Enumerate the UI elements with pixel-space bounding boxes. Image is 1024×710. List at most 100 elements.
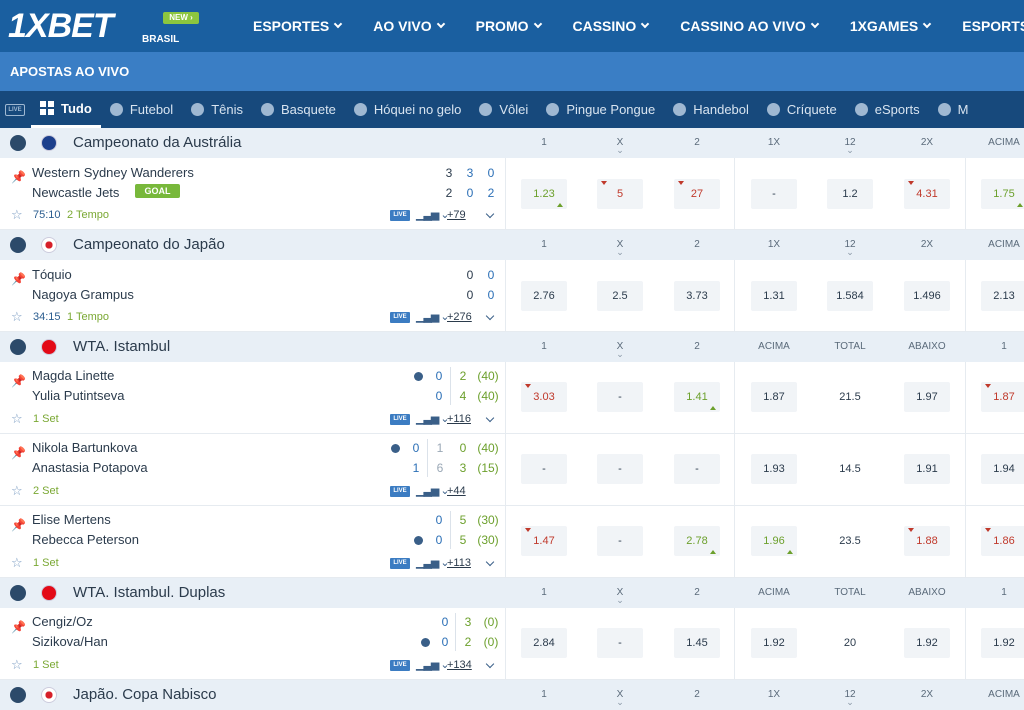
live-stream-icon[interactable]: LIVE xyxy=(390,414,410,425)
stats-icon[interactable]: ▁▃▅ ⌄ xyxy=(416,484,450,497)
odd-button[interactable]: - xyxy=(674,454,720,484)
col-head[interactable]: X xyxy=(590,689,650,704)
team2-name[interactable]: Rebecca Peterson xyxy=(32,532,139,547)
team2-name[interactable]: Yulia Putintseva xyxy=(32,388,125,403)
chevron-down-icon[interactable] xyxy=(485,311,495,321)
odd-button[interactable]: 2.84 xyxy=(521,628,567,658)
league-header[interactable]: WTA. Istambul 1 X 2 ACIMA TOTAL ABAIXO 1 xyxy=(0,332,1024,362)
star-icon[interactable]: ☆ xyxy=(11,657,23,673)
nav-1xgames[interactable]: 1XGAMES xyxy=(850,18,932,34)
team2-name[interactable]: Nagoya Grampus xyxy=(32,287,134,302)
team1-name[interactable]: Nikola Bartunkova xyxy=(32,440,138,455)
tab-esports[interactable]: eSports xyxy=(846,91,929,128)
odd-button[interactable]: 1.88 xyxy=(904,526,950,556)
col-head[interactable]: X xyxy=(590,137,650,152)
col-head[interactable]: X xyxy=(590,341,650,356)
odd-button[interactable]: 1.2 xyxy=(827,179,873,209)
odd-button[interactable]: - xyxy=(597,628,643,658)
odd-button[interactable]: - xyxy=(597,526,643,556)
more-markets-link[interactable]: +276 xyxy=(447,311,472,323)
tab-handebol[interactable]: Handebol xyxy=(664,91,758,128)
live-stream-icon[interactable]: LIVE xyxy=(390,312,410,323)
odd-button[interactable]: 1.92 xyxy=(751,628,797,658)
more-markets-link[interactable]: +44 xyxy=(447,485,466,497)
league-header[interactable]: Campeonato da Austrália 1 X 2 1X 12 2X A… xyxy=(0,128,1024,158)
odd-button[interactable]: - xyxy=(521,454,567,484)
odd-button[interactable]: 1.87 xyxy=(981,382,1024,412)
tab-pingue-pongue[interactable]: Pingue Pongue xyxy=(537,91,664,128)
odd-button[interactable]: 1.93 xyxy=(751,454,797,484)
tab-more[interactable]: M xyxy=(929,91,978,128)
odd-button[interactable]: 2.78 xyxy=(674,526,720,556)
stats-icon[interactable]: ▁▃▅ ⌄ xyxy=(416,208,450,221)
stats-icon[interactable]: ▁▃▅ ⌄ xyxy=(416,556,450,569)
odd-button[interactable]: 1.41 xyxy=(674,382,720,412)
odd-button[interactable]: 1.92 xyxy=(904,628,950,658)
live-stream-icon[interactable]: LIVE xyxy=(390,660,410,671)
league-header[interactable]: Japão. Copa Nabisco 1 X 2 1X 12 2X ACIMA xyxy=(0,680,1024,710)
chevron-down-icon[interactable] xyxy=(485,557,495,567)
col-head[interactable]: 12 xyxy=(820,137,880,152)
odd-button[interactable]: 4.31 xyxy=(904,179,950,209)
odd-button[interactable]: 1.91 xyxy=(904,454,950,484)
odd-button[interactable]: 2.13 xyxy=(981,281,1024,311)
more-markets-link[interactable]: +134 xyxy=(447,659,472,671)
nav-esports[interactable]: ESPORTS xyxy=(962,18,1024,34)
team2-name[interactable]: Anastasia Potapova xyxy=(32,460,148,475)
logo[interactable]: 1XBET xyxy=(8,8,114,44)
star-icon[interactable]: ☆ xyxy=(11,555,23,571)
odd-button[interactable]: 1.96 xyxy=(751,526,797,556)
star-icon[interactable]: ☆ xyxy=(11,309,23,325)
nav-ao-vivo[interactable]: AO VIVO xyxy=(373,18,445,34)
odd-button[interactable]: 1.97 xyxy=(904,382,950,412)
team2-name[interactable]: Newcastle Jets xyxy=(32,185,119,200)
odd-button[interactable]: - xyxy=(597,454,643,484)
odd-button[interactable]: 1.92 xyxy=(981,628,1024,658)
team1-name[interactable]: Western Sydney Wanderers xyxy=(32,165,194,180)
team2-name[interactable]: Sizikova/Han xyxy=(32,634,108,649)
star-icon[interactable]: ☆ xyxy=(11,207,23,223)
col-head[interactable]: 12 xyxy=(820,239,880,254)
odd-button[interactable]: 1.86 xyxy=(981,526,1024,556)
stats-icon[interactable]: ▁▃▅ ⌄ xyxy=(416,412,450,425)
pin-icon[interactable]: 📌 xyxy=(11,518,26,532)
star-icon[interactable]: ☆ xyxy=(11,483,23,499)
odd-button[interactable]: 1.94 xyxy=(981,454,1024,484)
odd-button[interactable]: 3.03 xyxy=(521,382,567,412)
pin-icon[interactable]: 📌 xyxy=(11,446,26,460)
odd-button[interactable]: 1.31 xyxy=(751,281,797,311)
stats-icon[interactable]: ▁▃▅ ⌄ xyxy=(416,658,450,671)
live-icon[interactable]: LIVE xyxy=(5,103,25,116)
live-stream-icon[interactable]: LIVE xyxy=(390,486,410,497)
team1-name[interactable]: Magda Linette xyxy=(32,368,114,383)
tab-tenis[interactable]: Tênis xyxy=(182,91,252,128)
match-row[interactable]: 📌 Tóquio Nagoya Grampus 0 0 0 0 ☆ 34:15 … xyxy=(0,260,1024,332)
team1-name[interactable]: Tóquio xyxy=(32,267,72,282)
match-row[interactable]: 📌 Cengiz/Oz Sizikova/Han 0 3 (0) 0 2 (0)… xyxy=(0,608,1024,680)
odd-button[interactable]: 1.45 xyxy=(674,628,720,658)
chevron-down-icon[interactable] xyxy=(485,413,495,423)
odd-button[interactable]: 1.584 xyxy=(827,281,873,311)
team1-name[interactable]: Elise Mertens xyxy=(32,512,111,527)
match-row[interactable]: 📌 Magda Linette Yulia Putintseva 0 2 (40… xyxy=(0,362,1024,434)
odd-button[interactable]: 3.73 xyxy=(674,281,720,311)
nav-cassino[interactable]: CASSINO xyxy=(573,18,650,34)
odd-button[interactable]: 1.87 xyxy=(751,382,797,412)
odd-button[interactable]: 1.75 xyxy=(981,179,1024,209)
league-header[interactable]: Campeonato do Japão 1 X 2 1X 12 2X ACIMA xyxy=(0,230,1024,260)
match-row[interactable]: 📌 Nikola Bartunkova Anastasia Potapova 0… xyxy=(0,434,1024,506)
odd-button[interactable]: 1.23 xyxy=(521,179,567,209)
league-header[interactable]: WTA. Istambul. Duplas 1 X 2 ACIMA TOTAL … xyxy=(0,578,1024,608)
pin-icon[interactable]: 📌 xyxy=(11,170,26,184)
match-row[interactable]: 📌 Elise Mertens Rebecca Peterson 0 5 (30… xyxy=(0,506,1024,578)
pin-icon[interactable]: 📌 xyxy=(11,272,26,286)
tab-hoquei[interactable]: Hóquei no gelo xyxy=(345,91,470,128)
col-head[interactable]: X xyxy=(590,239,650,254)
col-head[interactable]: X xyxy=(590,587,650,602)
odd-button[interactable]: 5 xyxy=(597,179,643,209)
odd-button[interactable]: 27 xyxy=(674,179,720,209)
more-markets-link[interactable]: +113 xyxy=(447,557,471,569)
nav-promo[interactable]: PROMO xyxy=(476,18,542,34)
odd-button[interactable]: - xyxy=(597,382,643,412)
tab-criquete[interactable]: Críquete xyxy=(758,91,846,128)
